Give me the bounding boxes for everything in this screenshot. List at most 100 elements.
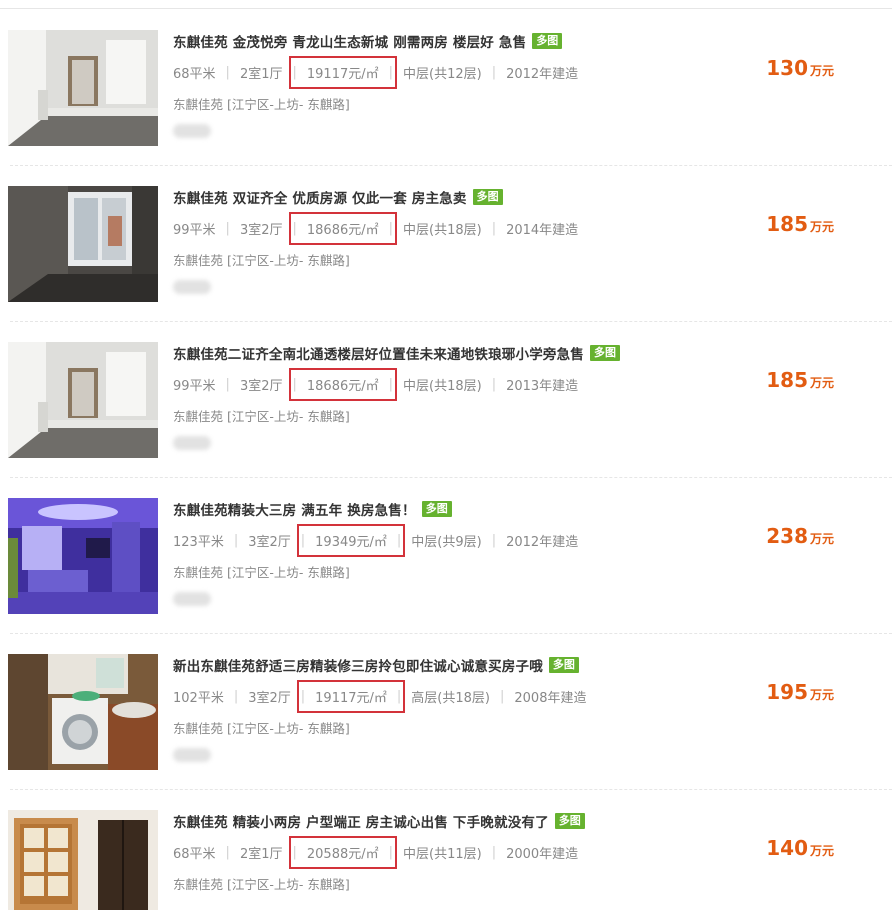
- room-layout: 2室1厅: [239, 846, 283, 862]
- area: 68平米: [173, 846, 216, 862]
- listing-address[interactable]: 东麒佳苑 [江宁区-上坊- 东麒路]: [173, 874, 350, 893]
- total-price: 238 万元: [766, 524, 834, 548]
- price-value: 238: [766, 524, 808, 548]
- multi-photo-badge: 多图: [554, 813, 585, 829]
- unit-price: 18686元/㎡: [288, 211, 397, 245]
- price-unit: 万元: [809, 844, 834, 858]
- total-price: 195 万元: [766, 680, 834, 704]
- listing-item[interactable]: 东麒佳苑精装大三房 满五年 换房急售！ 多图 123平米 | 3室2厅 | 19…: [0, 478, 892, 634]
- listing-title[interactable]: 东麒佳苑精装大三房 满五年 换房急售！ 多图: [173, 498, 452, 520]
- blurred-agent-info: [173, 124, 211, 138]
- area: 99平米: [173, 222, 216, 238]
- area: 68平米: [173, 66, 216, 82]
- blurred-agent-info: [173, 280, 211, 294]
- price-value: 130: [766, 56, 808, 80]
- room-layout: 3室2厅: [248, 690, 291, 706]
- price-value: 185: [766, 212, 808, 236]
- multi-photo-badge: 多图: [532, 33, 563, 49]
- blurred-agent-info: [173, 592, 211, 606]
- price-unit: 万元: [809, 688, 834, 702]
- listing-title-text[interactable]: 东麒佳苑 双证齐全 优质房源 仅此一套 房主急卖: [173, 187, 467, 207]
- listing-meta: 68平米 | 2室1厅 | 20588元/㎡ | 中层(共11层) | 2000…: [173, 835, 588, 869]
- listing-photo[interactable]: [8, 342, 158, 458]
- unit-price-highlight-box: [288, 835, 397, 869]
- room-layout: 2室1厅: [239, 66, 283, 82]
- listing-item[interactable]: 东麒佳苑 金茂悦旁 青龙山生态新城 刚需两房 楼层好 急售 多图 68平米 | …: [0, 10, 892, 166]
- listing-title-text[interactable]: 新出东麒佳苑舒适三房精装修三房拎包即住诚心诚意买房子哦: [173, 655, 543, 675]
- listing-title[interactable]: 东麒佳苑 双证齐全 优质房源 仅此一套 房主急卖 多图: [173, 186, 503, 208]
- listing-address[interactable]: 东麒佳苑 [江宁区-上坊- 东麒路]: [173, 250, 350, 269]
- listing-meta: 99平米 | 3室2厅 | 18686元/㎡ | 中层(共18层) | 2013…: [173, 367, 588, 401]
- unit-price: 19349元/㎡: [297, 523, 405, 557]
- floor-info: 高层(共18层): [411, 690, 490, 706]
- listing-address[interactable]: 东麒佳苑 [江宁区-上坊- 东麒路]: [173, 406, 350, 425]
- price-unit: 万元: [809, 220, 834, 234]
- price-value: 185: [766, 368, 808, 392]
- unit-price: 20588元/㎡: [288, 835, 397, 869]
- build-year: 2000年建造: [506, 846, 579, 862]
- listing-address[interactable]: 东麒佳苑 [江宁区-上坊- 东麒路]: [173, 562, 350, 581]
- room-layout: 3室2厅: [239, 222, 283, 238]
- build-year: 2012年建造: [506, 66, 579, 82]
- listing-address[interactable]: 东麒佳苑 [江宁区-上坊- 东麒路]: [173, 718, 350, 737]
- multi-photo-badge: 多图: [421, 501, 452, 517]
- listing-address[interactable]: 东麒佳苑 [江宁区-上坊- 东麒路]: [173, 94, 350, 113]
- top-divider: [0, 8, 892, 9]
- total-price: 185 万元: [766, 212, 834, 236]
- listing-meta: 123平米 | 3室2厅 | 19349元/㎡ | 中层(共9层) | 2012…: [173, 523, 588, 557]
- area: 99平米: [173, 378, 216, 394]
- floor-info: 中层(共9层): [411, 534, 482, 550]
- unit-price-highlight-box: [288, 55, 397, 89]
- total-price: 130 万元: [766, 56, 834, 80]
- unit-price-highlight-box: [288, 367, 397, 401]
- listing-title[interactable]: 东麒佳苑 金茂悦旁 青龙山生态新城 刚需两房 楼层好 急售 多图: [173, 30, 563, 52]
- floor-info: 中层(共12层): [403, 66, 482, 82]
- listing-title[interactable]: 新出东麒佳苑舒适三房精装修三房拎包即住诚心诚意买房子哦 多图: [173, 654, 579, 676]
- area: 123平米: [173, 534, 224, 550]
- unit-price-highlight-box: [297, 523, 405, 557]
- blurred-agent-info: [173, 436, 211, 450]
- unit-price-highlight-box: [297, 679, 405, 713]
- floor-info: 中层(共11层): [403, 846, 482, 862]
- unit-price: 19117元/㎡: [288, 55, 397, 89]
- listing-title-text[interactable]: 东麒佳苑二证齐全南北通透楼层好位置佳未来通地铁琅琊小学旁急售: [173, 343, 584, 363]
- listing-item[interactable]: 东麒佳苑 精装小两房 户型端正 房主诚心出售 下手晚就没有了 多图 68平米 |…: [0, 790, 892, 910]
- listing-photo[interactable]: [8, 186, 158, 302]
- listing-item[interactable]: 新出东麒佳苑舒适三房精装修三房拎包即住诚心诚意买房子哦 多图 102平米 | 3…: [0, 634, 892, 790]
- area: 102平米: [173, 690, 224, 706]
- multi-photo-badge: 多图: [548, 657, 579, 673]
- unit-price: 19117元/㎡: [297, 679, 405, 713]
- total-price: 140 万元: [766, 836, 834, 860]
- build-year: 2013年建造: [506, 378, 579, 394]
- listing-title-text[interactable]: 东麒佳苑 金茂悦旁 青龙山生态新城 刚需两房 楼层好 急售: [173, 31, 526, 51]
- listing-photo[interactable]: [8, 498, 158, 614]
- listing-item[interactable]: 东麒佳苑二证齐全南北通透楼层好位置佳未来通地铁琅琊小学旁急售 多图 99平米 |…: [0, 322, 892, 478]
- room-layout: 3室2厅: [239, 378, 283, 394]
- floor-info: 中层(共18层): [403, 222, 482, 238]
- listing-meta: 102平米 | 3室2厅 | 19117元/㎡ | 高层(共18层) | 200…: [173, 679, 596, 713]
- listing-photo[interactable]: [8, 30, 158, 146]
- listing-photo[interactable]: [8, 810, 158, 910]
- unit-price-highlight-box: [288, 211, 397, 245]
- listing-photo[interactable]: [8, 654, 158, 770]
- price-unit: 万元: [809, 64, 834, 78]
- listing-title[interactable]: 东麒佳苑二证齐全南北通透楼层好位置佳未来通地铁琅琊小学旁急售 多图: [173, 342, 620, 364]
- listing-item[interactable]: 东麒佳苑 双证齐全 优质房源 仅此一套 房主急卖 多图 99平米 | 3室2厅 …: [0, 166, 892, 322]
- price-unit: 万元: [809, 532, 834, 546]
- price-value: 195: [766, 680, 808, 704]
- price-unit: 万元: [809, 376, 834, 390]
- listing-meta: 99平米 | 3室2厅 | 18686元/㎡ | 中层(共18层) | 2014…: [173, 211, 588, 245]
- build-year: 2014年建造: [506, 222, 579, 238]
- price-value: 140: [766, 836, 808, 860]
- multi-photo-badge: 多图: [472, 189, 503, 205]
- listing-title-text[interactable]: 东麒佳苑精装大三房 满五年 换房急售！: [173, 499, 416, 519]
- listing-title-text[interactable]: 东麒佳苑 精装小两房 户型端正 房主诚心出售 下手晚就没有了: [173, 811, 549, 831]
- floor-info: 中层(共18层): [403, 378, 482, 394]
- multi-photo-badge: 多图: [590, 345, 620, 361]
- listing-page: 东麒佳苑 金茂悦旁 青龙山生态新城 刚需两房 楼层好 急售 多图 68平米 | …: [0, 0, 892, 910]
- room-layout: 3室2厅: [248, 534, 291, 550]
- unit-price: 18686元/㎡: [288, 367, 397, 401]
- listing-title[interactable]: 东麒佳苑 精装小两房 户型端正 房主诚心出售 下手晚就没有了 多图: [173, 810, 585, 832]
- build-year: 2012年建造: [506, 534, 579, 550]
- blurred-agent-info: [173, 748, 211, 762]
